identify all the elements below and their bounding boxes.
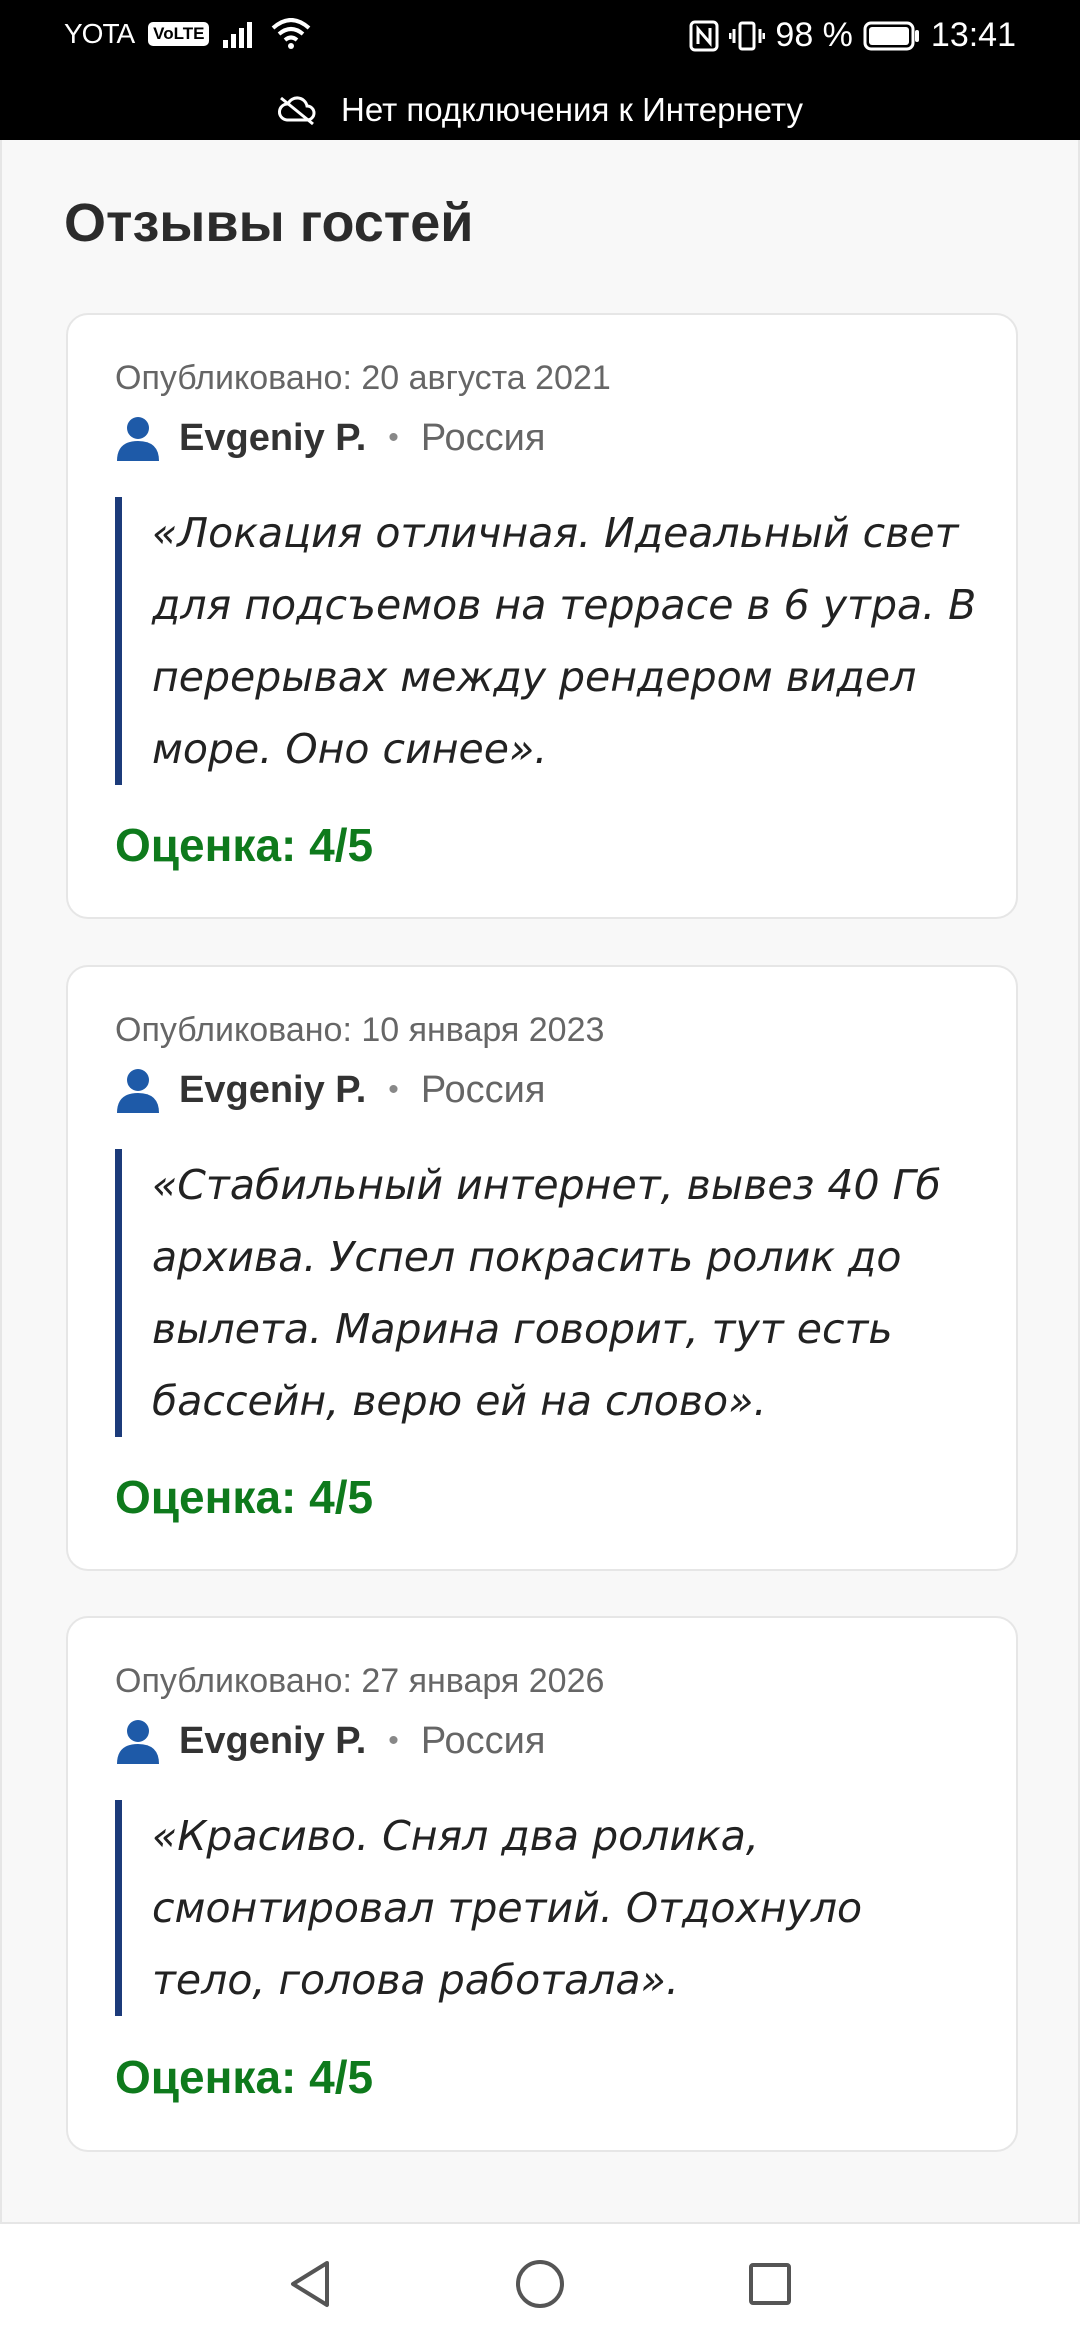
volte-badge: VoLTE — [148, 22, 210, 46]
cloud-off-icon — [278, 96, 316, 126]
back-triangle-icon — [291, 2261, 329, 2307]
review-rating: Оценка: 4/5 — [115, 1471, 374, 1523]
review-date: Опубликовано: 27 января 2026 — [115, 1662, 605, 1700]
review-card: Опубликовано: 20 августа 2021 Evgeniy P.… — [66, 313, 1018, 919]
review-author: Evgeniy P. — [179, 1068, 367, 1111]
review-author-row: Evgeniy P. • Россия — [115, 415, 545, 461]
separator-dot: • — [388, 1724, 399, 1757]
recent-square-icon — [749, 2263, 791, 2305]
home-circle-icon — [516, 2260, 564, 2308]
clock: 13:41 — [930, 16, 1016, 54]
review-date: Опубликовано: 20 августа 2021 — [115, 359, 611, 397]
review-author: Evgeniy P. — [179, 416, 367, 459]
recent-apps-button[interactable] — [740, 2254, 800, 2314]
wifi-icon — [272, 18, 311, 49]
home-button[interactable] — [510, 2254, 570, 2314]
review-country: Россия — [420, 1719, 546, 1762]
page-title: Отзывы гостей — [64, 193, 474, 253]
separator-dot: • — [388, 421, 399, 454]
battery-percent: 98 % — [775, 16, 853, 54]
person-icon — [117, 1720, 159, 1764]
vibrate-icon — [729, 21, 766, 50]
review-text: «Красиво. Снял два ролика, смонтировал т… — [115, 1800, 985, 2016]
review-rating: Оценка: 4/5 — [115, 819, 374, 871]
battery-icon — [863, 21, 919, 50]
navigation-bar — [0, 2222, 1080, 2340]
review-country: Россия — [420, 1068, 546, 1111]
review-author-row: Evgeniy P. • Россия — [115, 1718, 545, 1764]
reviews-page: Отзывы гостей Опубликовано: 20 августа 2… — [0, 140, 1080, 2222]
carrier-name: YOTA — [64, 18, 135, 49]
back-button[interactable] — [280, 2254, 340, 2314]
review-card: Опубликовано: 27 января 2026 Evgeniy P. … — [66, 1616, 1018, 2152]
review-rating: Оценка: 4/5 — [115, 2051, 374, 2103]
review-text: «Стабильный интернет, вывез 40 Гб архива… — [115, 1149, 985, 1437]
separator-dot: • — [388, 1073, 399, 1106]
offline-message: Нет подключения к Интернету — [341, 91, 803, 128]
review-author-row: Evgeniy P. • Россия — [115, 1067, 545, 1113]
person-icon — [117, 1069, 159, 1113]
review-date: Опубликовано: 10 января 2023 — [115, 1011, 605, 1049]
person-icon — [117, 417, 159, 461]
status-left: YOTA VoLTE — [64, 18, 311, 50]
signal-icon — [223, 22, 253, 48]
review-card: Опубликовано: 10 января 2023 Evgeniy P. … — [66, 965, 1018, 1571]
status-bar: YOTA VoLTE 98 % 13:41 Нет подключения к … — [0, 0, 1080, 140]
offline-banner: Нет подключения к Интернету — [0, 86, 1080, 134]
status-right: 98 % 13:41 — [689, 16, 1016, 55]
review-country: Россия — [420, 416, 546, 459]
review-author: Evgeniy P. — [179, 1719, 367, 1762]
nfc-icon — [689, 20, 719, 51]
review-text: «Локация отличная. Идеальный свет для по… — [115, 497, 985, 785]
